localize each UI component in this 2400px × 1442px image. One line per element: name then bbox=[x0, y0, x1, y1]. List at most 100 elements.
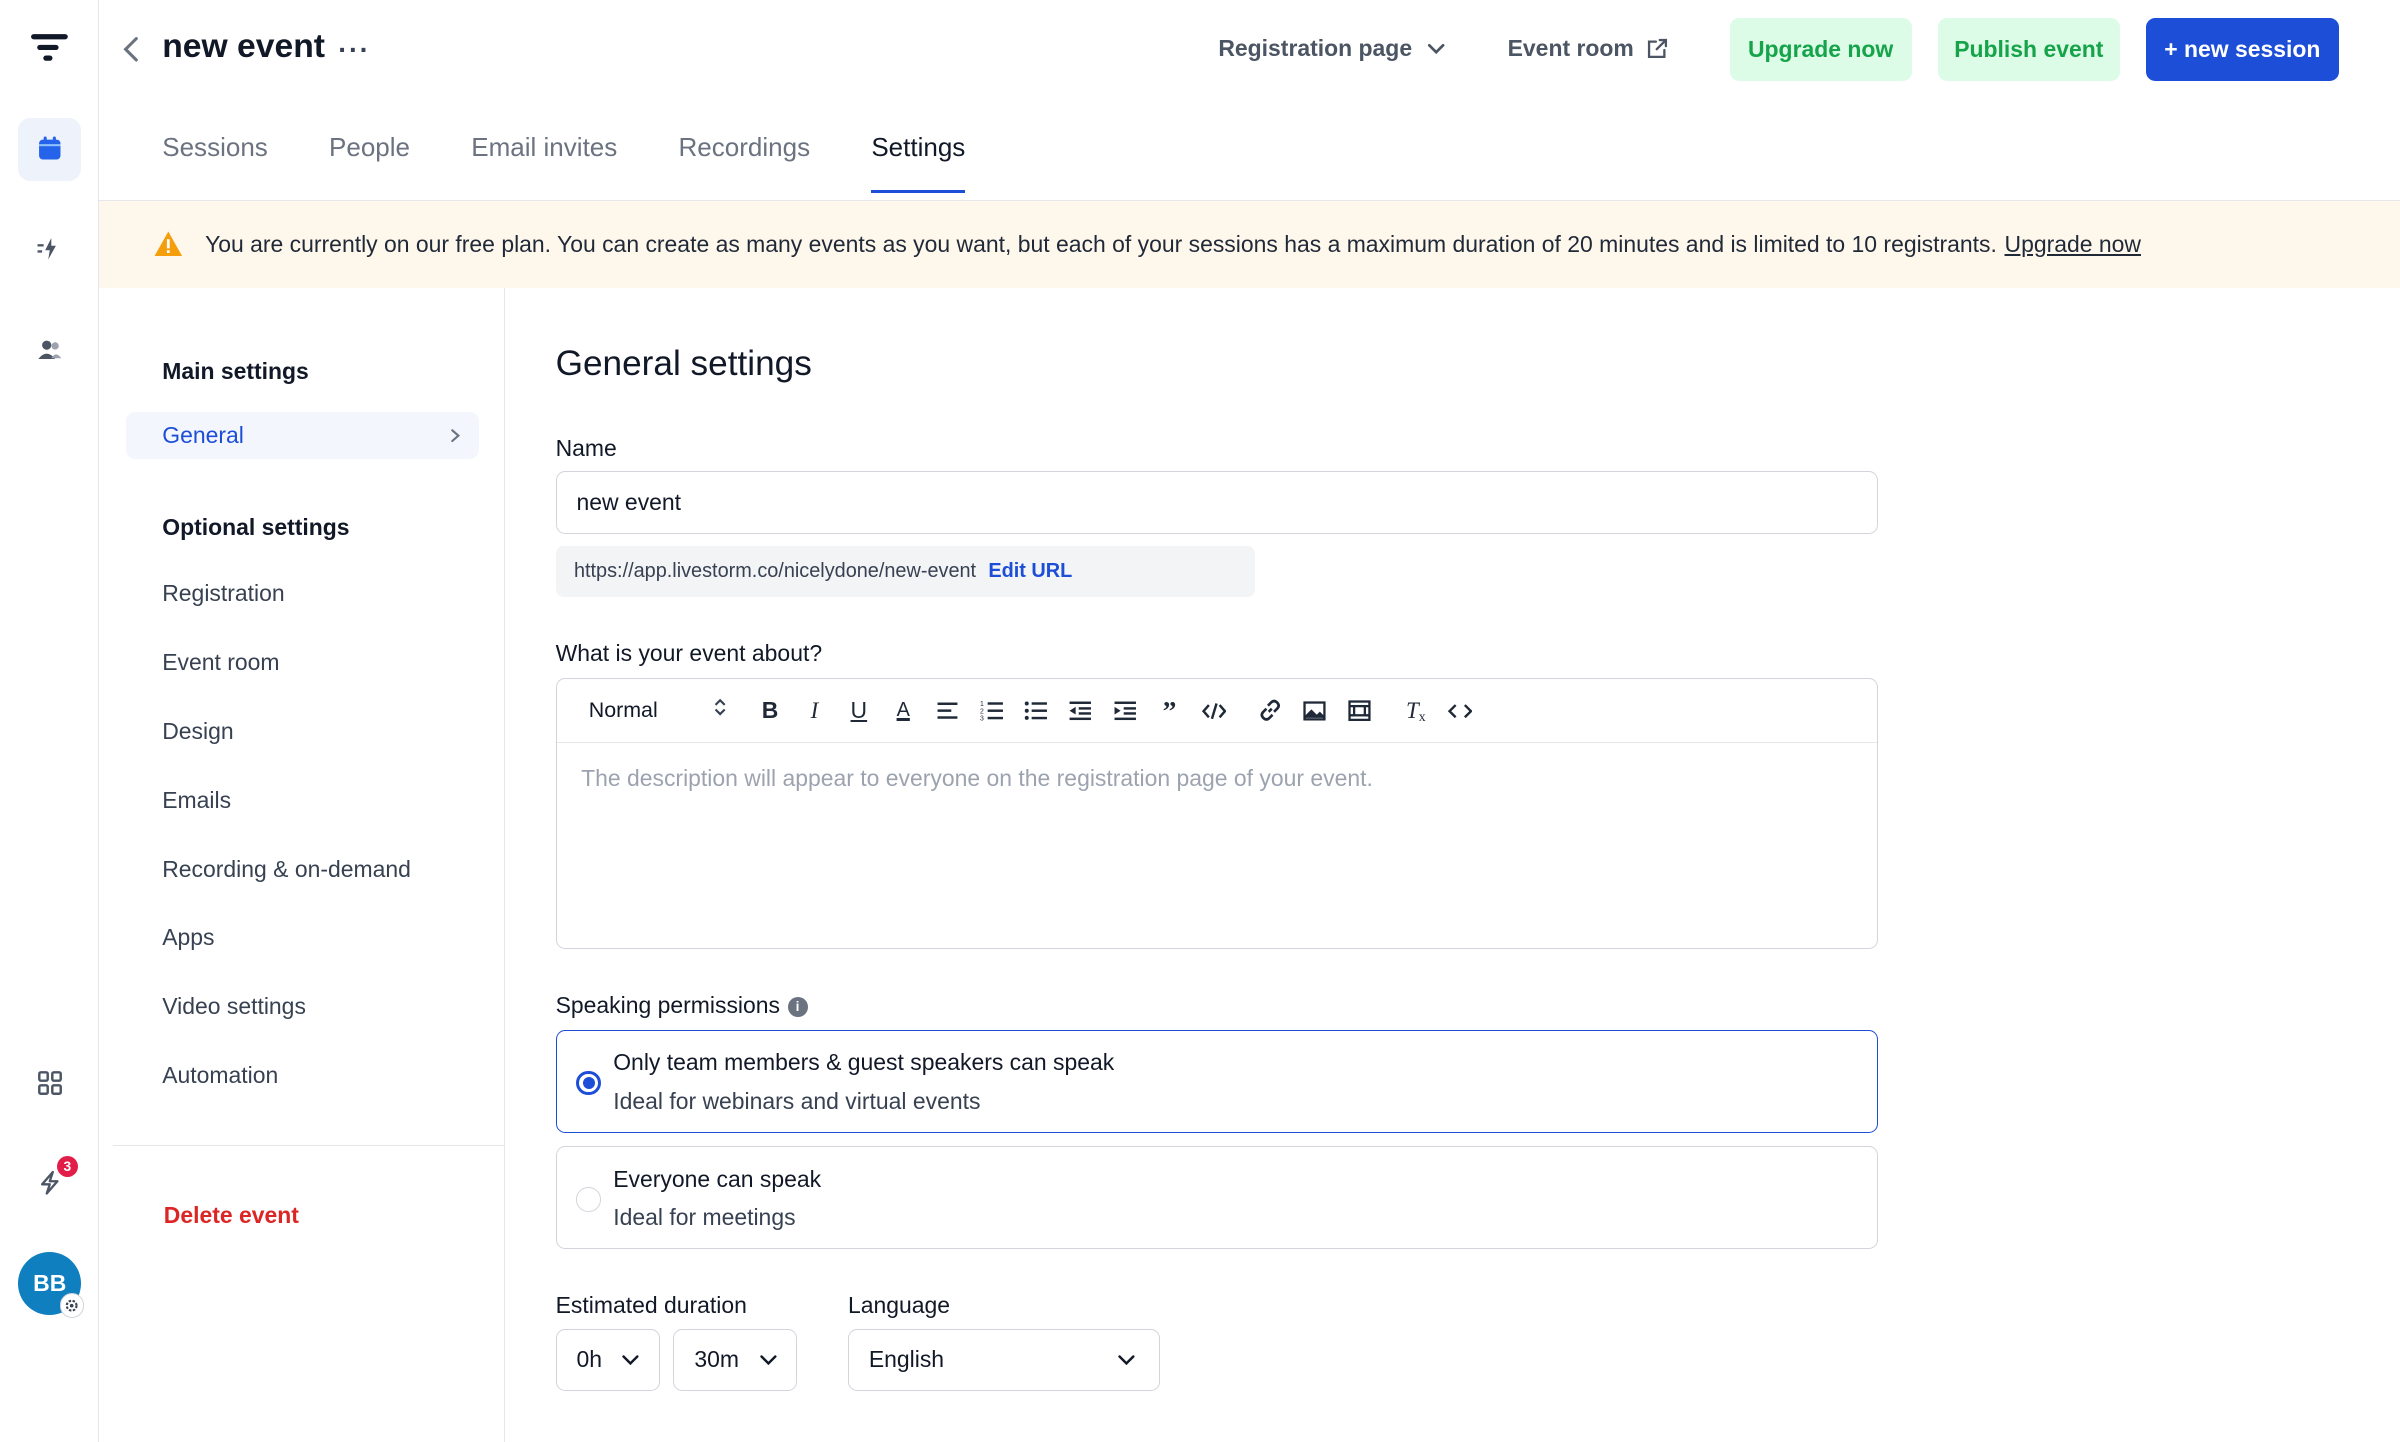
italic-icon[interactable]: I bbox=[792, 698, 836, 724]
back-chevron-icon[interactable] bbox=[121, 34, 142, 65]
svg-text:3: 3 bbox=[980, 716, 984, 722]
page-title: General settings bbox=[555, 344, 812, 384]
sidebar-divider bbox=[113, 1144, 505, 1147]
video-icon[interactable] bbox=[1337, 700, 1381, 722]
sidebar-item-video-settings[interactable]: Video settings bbox=[162, 993, 306, 1020]
sidebar-item-automation[interactable]: Automation bbox=[162, 1062, 278, 1089]
main-settings-heading: Main settings bbox=[162, 358, 309, 385]
tab-recordings[interactable]: Recordings bbox=[679, 132, 811, 194]
event-header: new event ··· Registration page Event ro… bbox=[99, 0, 2400, 201]
outdent-icon[interactable] bbox=[1059, 700, 1103, 721]
workflows-nav-button[interactable] bbox=[18, 217, 81, 280]
user-avatar[interactable]: BB bbox=[18, 1252, 85, 1318]
event-room-link[interactable]: Event room bbox=[1508, 35, 1669, 62]
warning-icon bbox=[154, 231, 183, 257]
option-title: Everyone can speak bbox=[613, 1165, 822, 1192]
link-icon[interactable] bbox=[1248, 698, 1292, 722]
events-nav-button[interactable] bbox=[18, 117, 82, 181]
duration-hours-select[interactable]: 0h bbox=[555, 1328, 660, 1392]
underline-icon[interactable]: U bbox=[837, 697, 881, 724]
editor-toolbar: Normal B I U A 123 ” T x bbox=[556, 679, 1878, 744]
svg-text:1: 1 bbox=[980, 701, 984, 708]
chevron-right-icon bbox=[451, 429, 461, 442]
event-title: new event bbox=[162, 27, 325, 65]
optional-settings-heading: Optional settings bbox=[162, 514, 350, 541]
upgrade-now-button[interactable]: Upgrade now bbox=[1729, 18, 1912, 82]
minutes-value: 30m bbox=[694, 1346, 739, 1373]
sidebar-item-registration[interactable]: Registration bbox=[162, 580, 284, 607]
sidebar-item-emails[interactable]: Emails bbox=[162, 787, 231, 814]
clear-formatting-icon[interactable]: Tx bbox=[1394, 697, 1438, 725]
radio-button[interactable] bbox=[576, 1187, 601, 1212]
description-editor[interactable]: Normal B I U A 123 ” T x The description… bbox=[555, 678, 1879, 949]
name-label: Name bbox=[555, 434, 617, 461]
about-label: What is your event about? bbox=[555, 639, 823, 666]
event-url: https://app.livestorm.co/nicelydone/new-… bbox=[573, 560, 977, 583]
updown-chevron-icon bbox=[715, 698, 726, 716]
apps-nav-button[interactable] bbox=[18, 1052, 81, 1115]
language-value: English bbox=[868, 1346, 945, 1373]
option-title: Only team members & guest speakers can s… bbox=[613, 1049, 1115, 1076]
tab-email-invites[interactable]: Email invites bbox=[471, 132, 617, 194]
ordered-list-icon[interactable]: 123 bbox=[970, 700, 1014, 721]
sidebar-item-recording[interactable]: Recording & on-demand bbox=[162, 856, 411, 883]
name-input[interactable]: new event bbox=[555, 471, 1879, 535]
speaking-option-everyone[interactable]: Everyone can speak Ideal for meetings bbox=[555, 1146, 1879, 1249]
svg-text:2: 2 bbox=[980, 708, 984, 715]
banner-text: You are currently on our free plan. You … bbox=[205, 230, 1997, 257]
format-value: Normal bbox=[588, 698, 658, 723]
radio-button[interactable] bbox=[576, 1070, 601, 1096]
sidebar-item-apps[interactable]: Apps bbox=[162, 924, 214, 951]
lightning-lines-icon bbox=[37, 237, 56, 260]
duration-label: Estimated duration bbox=[555, 1291, 747, 1318]
banner-upgrade-link[interactable]: Upgrade now bbox=[2005, 231, 2141, 258]
grid-icon bbox=[37, 1070, 62, 1095]
left-rail: 3 BB bbox=[0, 0, 100, 1442]
align-icon[interactable] bbox=[925, 701, 969, 721]
livestorm-logo-icon[interactable] bbox=[28, 28, 71, 71]
publish-event-button[interactable]: Publish event bbox=[1937, 18, 2120, 82]
tab-sessions[interactable]: Sessions bbox=[162, 132, 268, 194]
option-subtitle: Ideal for webinars and virtual events bbox=[613, 1087, 981, 1114]
people-icon bbox=[38, 340, 62, 359]
sidebar-item-event-room[interactable]: Event room bbox=[162, 649, 279, 676]
sidebar-item-design[interactable]: Design bbox=[162, 718, 233, 745]
blockquote-icon[interactable]: ” bbox=[1147, 695, 1191, 727]
code-block-icon[interactable] bbox=[1192, 702, 1236, 720]
more-options-button[interactable]: ··· bbox=[338, 34, 370, 66]
image-icon[interactable] bbox=[1293, 701, 1337, 721]
contacts-nav-button[interactable] bbox=[18, 318, 81, 381]
language-select[interactable]: English bbox=[847, 1328, 1161, 1392]
notification-count-badge: 3 bbox=[56, 1155, 79, 1178]
avatar-initials: BB bbox=[33, 1269, 67, 1296]
free-plan-banner: You are currently on our free plan. You … bbox=[99, 200, 2400, 288]
registration-page-label: Registration page bbox=[1218, 35, 1413, 62]
delete-event-button[interactable]: Delete event bbox=[164, 1202, 299, 1229]
info-icon[interactable]: i bbox=[787, 996, 808, 1017]
gear-icon bbox=[59, 1293, 85, 1318]
bold-icon[interactable]: B bbox=[748, 697, 792, 724]
text-color-icon[interactable]: A bbox=[881, 699, 925, 722]
duration-minutes-select[interactable]: 30m bbox=[673, 1328, 798, 1392]
speaking-permissions-text: Speaking permissions bbox=[555, 991, 780, 1018]
tab-people[interactable]: People bbox=[329, 132, 410, 194]
speaking-option-team[interactable]: Only team members & guest speakers can s… bbox=[555, 1030, 1879, 1133]
sidebar-item-label: General bbox=[162, 421, 244, 448]
sidebar-item-general[interactable]: General bbox=[125, 411, 480, 460]
format-select[interactable]: Normal bbox=[589, 698, 727, 723]
external-link-icon bbox=[1647, 39, 1668, 59]
edit-url-link[interactable]: Edit URL bbox=[988, 560, 1072, 583]
registration-page-dropdown[interactable]: Registration page bbox=[1218, 35, 1445, 62]
speaking-permissions-label: Speaking permissions i bbox=[556, 992, 808, 1019]
settings-sidebar: Main settings General Optional settings … bbox=[99, 287, 506, 1442]
chevron-down-icon bbox=[759, 1354, 777, 1365]
chevron-down-icon bbox=[1428, 43, 1445, 54]
event-url-box: https://app.livestorm.co/nicelydone/new-… bbox=[555, 546, 1256, 597]
source-code-icon[interactable] bbox=[1438, 702, 1482, 720]
indent-icon[interactable] bbox=[1103, 700, 1147, 721]
new-session-button[interactable]: + new session bbox=[2145, 18, 2339, 82]
description-placeholder: The description will appear to everyone … bbox=[581, 764, 1373, 791]
chevron-down-icon bbox=[1118, 1354, 1135, 1365]
bullet-list-icon[interactable] bbox=[1014, 700, 1058, 721]
tab-settings[interactable]: Settings bbox=[871, 132, 966, 194]
